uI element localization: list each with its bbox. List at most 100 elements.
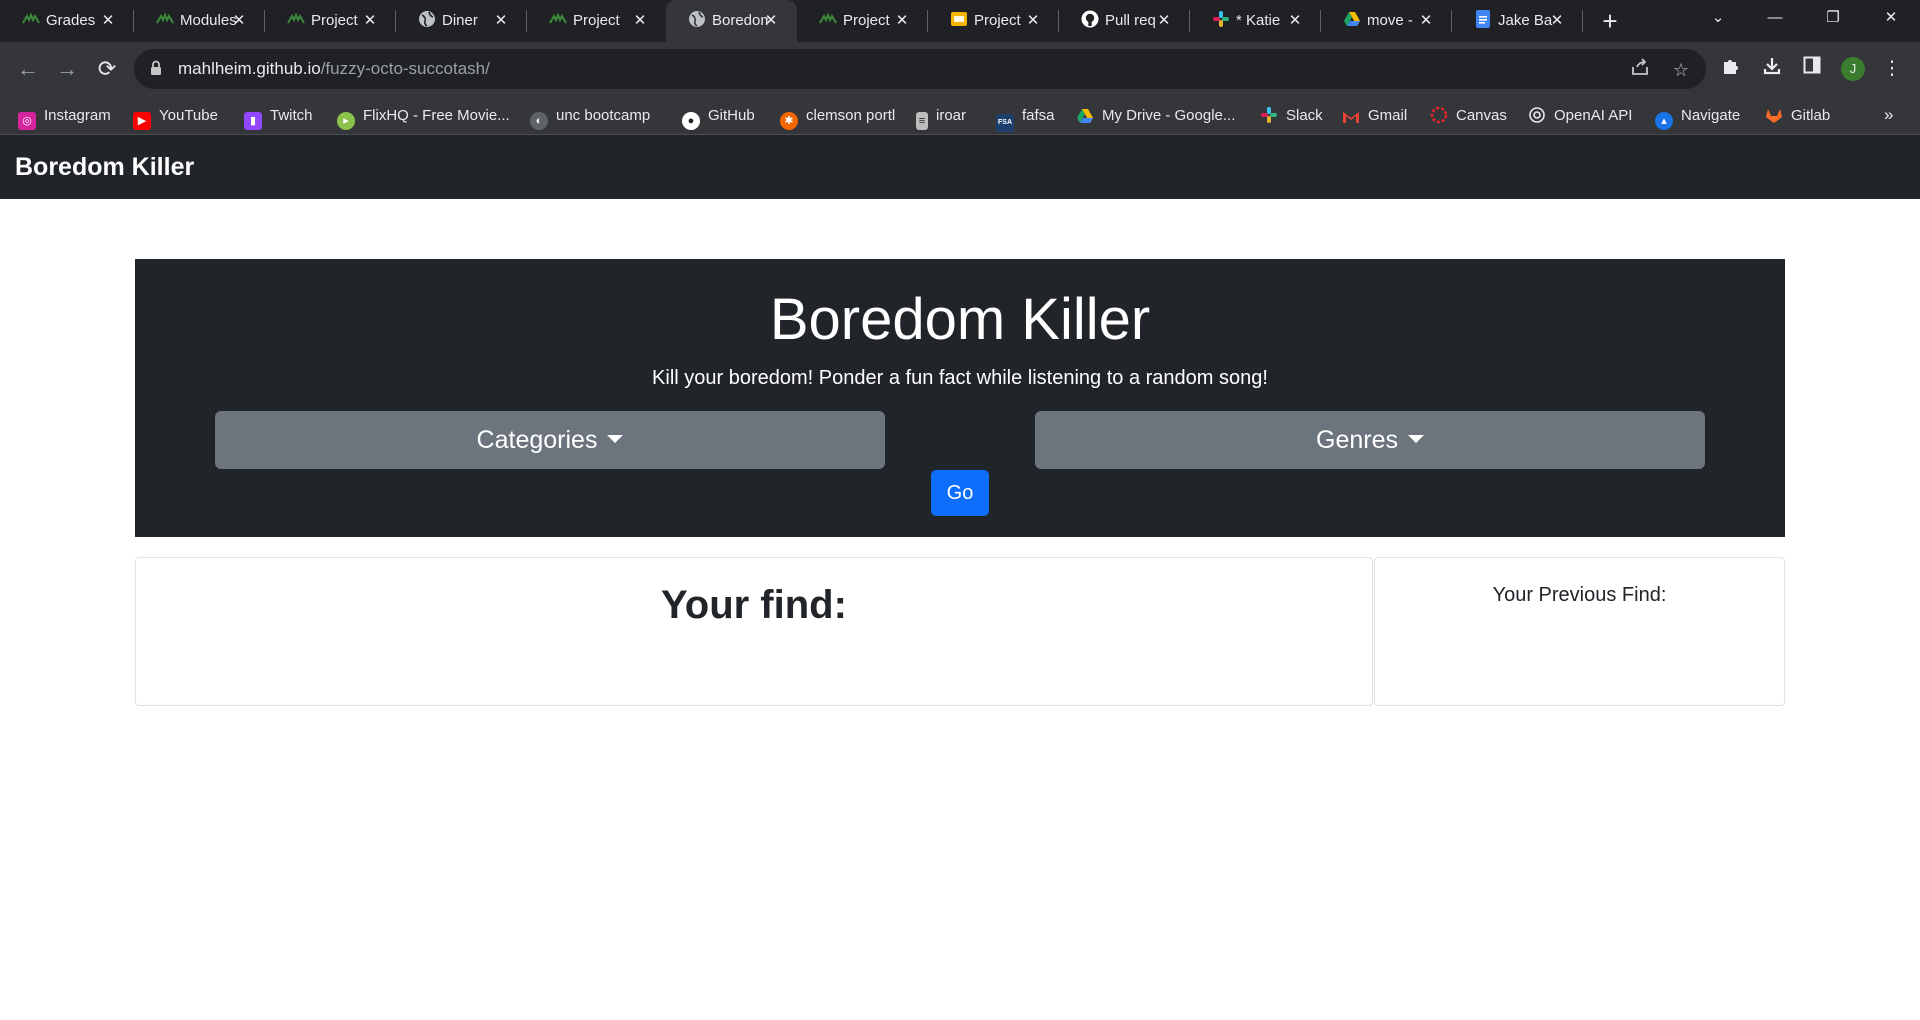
bookmark-slack[interactable]: Slack: [1260, 105, 1323, 127]
previous-find-heading: Your Previous Find:: [1492, 584, 1667, 606]
reload-icon[interactable]: ⟳: [92, 54, 122, 84]
openai-icon: [1528, 106, 1546, 124]
bookmark-gmail[interactable]: Gmail: [1342, 105, 1407, 127]
bookmark-my-drive[interactable]: My Drive - Google...: [1076, 105, 1235, 127]
bookmark-github[interactable]: ● GitHub: [682, 105, 755, 130]
lock-icon[interactable]: [150, 60, 162, 81]
bookmark-label: iroar: [936, 107, 967, 124]
browser-tab[interactable]: * Katie ✕: [1190, 0, 1321, 42]
tab-search-icon[interactable]: ⌄: [1695, 0, 1741, 36]
globe-icon: ◐: [530, 112, 548, 130]
bookmark-star-icon[interactable]: ☆: [1669, 58, 1693, 82]
browser-toolbar: ← → ⟳ mahlheim.github.io/fuzzy-octo-succ…: [0, 42, 1920, 97]
close-icon[interactable]: ✕: [360, 11, 380, 31]
bookmark-gitlab[interactable]: Gitlab: [1765, 105, 1830, 127]
close-icon[interactable]: ✕: [98, 11, 118, 31]
bootcamp-icon: [819, 10, 837, 28]
url-text: mahlheim.github.io/fuzzy-octo-succotash/: [178, 59, 490, 79]
site-navbar: Boredom Killer: [0, 135, 1920, 199]
address-bar[interactable]: mahlheim.github.io/fuzzy-octo-succotash/…: [134, 49, 1706, 89]
profile-avatar[interactable]: J: [1841, 57, 1865, 81]
bookmark-label: YouTube: [159, 107, 218, 124]
drive-icon: [1076, 108, 1094, 126]
url-path: /fuzzy-octo-succotash/: [320, 59, 490, 78]
bookmark-twitch[interactable]: ▮ Twitch: [244, 105, 313, 130]
forward-icon[interactable]: →: [52, 54, 82, 84]
bookmark-label: Gmail: [1368, 107, 1408, 124]
bookmark-navigate[interactable]: ▴ Navigate: [1655, 105, 1741, 130]
new-tab-button[interactable]: +: [1597, 8, 1623, 34]
browser-tab[interactable]: Project ✕: [265, 0, 396, 42]
youtube-icon: ▶: [133, 112, 151, 130]
globe-icon: [688, 10, 706, 28]
bookmark-iroar[interactable]: ≡ iroar: [916, 105, 967, 130]
bookmark-label: Canvas: [1456, 107, 1507, 124]
menu-kebab-icon[interactable]: ⋮: [1879, 56, 1905, 82]
extensions-icon[interactable]: [1718, 56, 1744, 82]
bookmarks-bar: ◎ Instagram ▶ YouTube ▮ Twitch ▸ FlixHQ - Fr…: [0, 97, 1920, 135]
browser-tab[interactable]: Modules ✕: [134, 0, 265, 42]
minimize-icon[interactable]: —: [1752, 0, 1798, 36]
paw-icon: ✱: [780, 112, 798, 130]
bookmark-label: Navigate: [1681, 107, 1741, 124]
bookmark-youtube[interactable]: ▶ YouTube: [133, 105, 218, 130]
bookmark-label: Slack: [1286, 107, 1323, 124]
close-icon[interactable]: ✕: [1154, 11, 1174, 31]
browser-tab[interactable]: Project ✕: [928, 0, 1059, 42]
close-icon[interactable]: ✕: [892, 11, 912, 31]
go-button[interactable]: Go: [931, 470, 989, 516]
close-icon[interactable]: ✕: [229, 11, 249, 31]
bootcamp-icon: [156, 10, 174, 28]
slack-icon: [1260, 106, 1278, 124]
close-icon[interactable]: ✕: [491, 11, 511, 31]
categories-dropdown-button[interactable]: Categories: [215, 411, 885, 469]
side-panel-icon[interactable]: [1799, 56, 1825, 82]
bookmark-canvas[interactable]: Canvas: [1430, 105, 1507, 127]
caret-down-icon: [1407, 435, 1424, 443]
instagram-icon: ◎: [18, 112, 36, 130]
download-icon[interactable]: [1759, 56, 1785, 82]
slack-icon: [1212, 10, 1230, 28]
browser-tab[interactable]: Grades ✕: [0, 0, 134, 42]
bookmark-label: Twitch: [270, 107, 313, 124]
bookmark-fafsa[interactable]: FSA fafsa: [996, 105, 1055, 132]
bookmark-openai-api[interactable]: OpenAI API: [1528, 105, 1632, 127]
caret-down-icon: [607, 435, 624, 443]
your-find-card: Your find:: [135, 557, 1373, 706]
browser-tab[interactable]: Project ✕: [527, 0, 666, 42]
genres-dropdown-button[interactable]: Genres: [1035, 411, 1705, 469]
doc-icon: ≡: [916, 112, 928, 130]
canvas-icon: [1430, 106, 1448, 124]
bookmark-clemson-portal[interactable]: ✱ clemson portl: [780, 105, 895, 130]
browser-tab[interactable]: Project ✕: [797, 0, 928, 42]
close-icon[interactable]: ✕: [1547, 11, 1567, 31]
bookmark-label: Instagram: [44, 107, 111, 124]
bookmark-unc-bootcamp[interactable]: ◐ unc bootcamp: [530, 105, 650, 130]
browser-tab[interactable]: Pull req ✕: [1059, 0, 1190, 42]
close-icon[interactable]: ✕: [1023, 11, 1043, 31]
flixhq-icon: ▸: [337, 112, 355, 130]
categories-label: Categories: [476, 426, 598, 454]
browser-tab-strip: Grades ✕ Modules ✕ Project ✕ Diner ✕ Pro…: [0, 0, 1920, 42]
browser-tab-active[interactable]: Boredom ✕: [666, 0, 797, 42]
browser-tab[interactable]: move - ✕: [1321, 0, 1452, 42]
fsa-icon: FSA: [996, 114, 1014, 132]
window-close-icon[interactable]: ✕: [1868, 0, 1914, 36]
close-icon[interactable]: ✕: [630, 11, 650, 31]
browser-tab[interactable]: Jake Ba ✕: [1452, 0, 1583, 42]
bookmark-instagram[interactable]: ◎ Instagram: [18, 105, 111, 130]
navbar-brand[interactable]: Boredom Killer: [15, 152, 194, 182]
more-bookmarks-icon[interactable]: »: [1884, 105, 1893, 125]
drive-icon: [1343, 10, 1361, 28]
close-icon[interactable]: ✕: [1285, 11, 1305, 31]
bookmark-flixhq[interactable]: ▸ FlixHQ - Free Movie...: [337, 105, 510, 130]
close-icon[interactable]: ✕: [761, 11, 781, 31]
slides-icon: [950, 10, 968, 28]
restore-icon[interactable]: ❐: [1810, 0, 1856, 36]
back-icon[interactable]: ←: [13, 54, 43, 84]
your-find-heading: Your find:: [661, 583, 847, 627]
bookmark-label: FlixHQ - Free Movie...: [363, 107, 510, 124]
share-icon[interactable]: [1628, 58, 1652, 82]
browser-tab[interactable]: Diner ✕: [396, 0, 527, 42]
close-icon[interactable]: ✕: [1416, 11, 1436, 31]
